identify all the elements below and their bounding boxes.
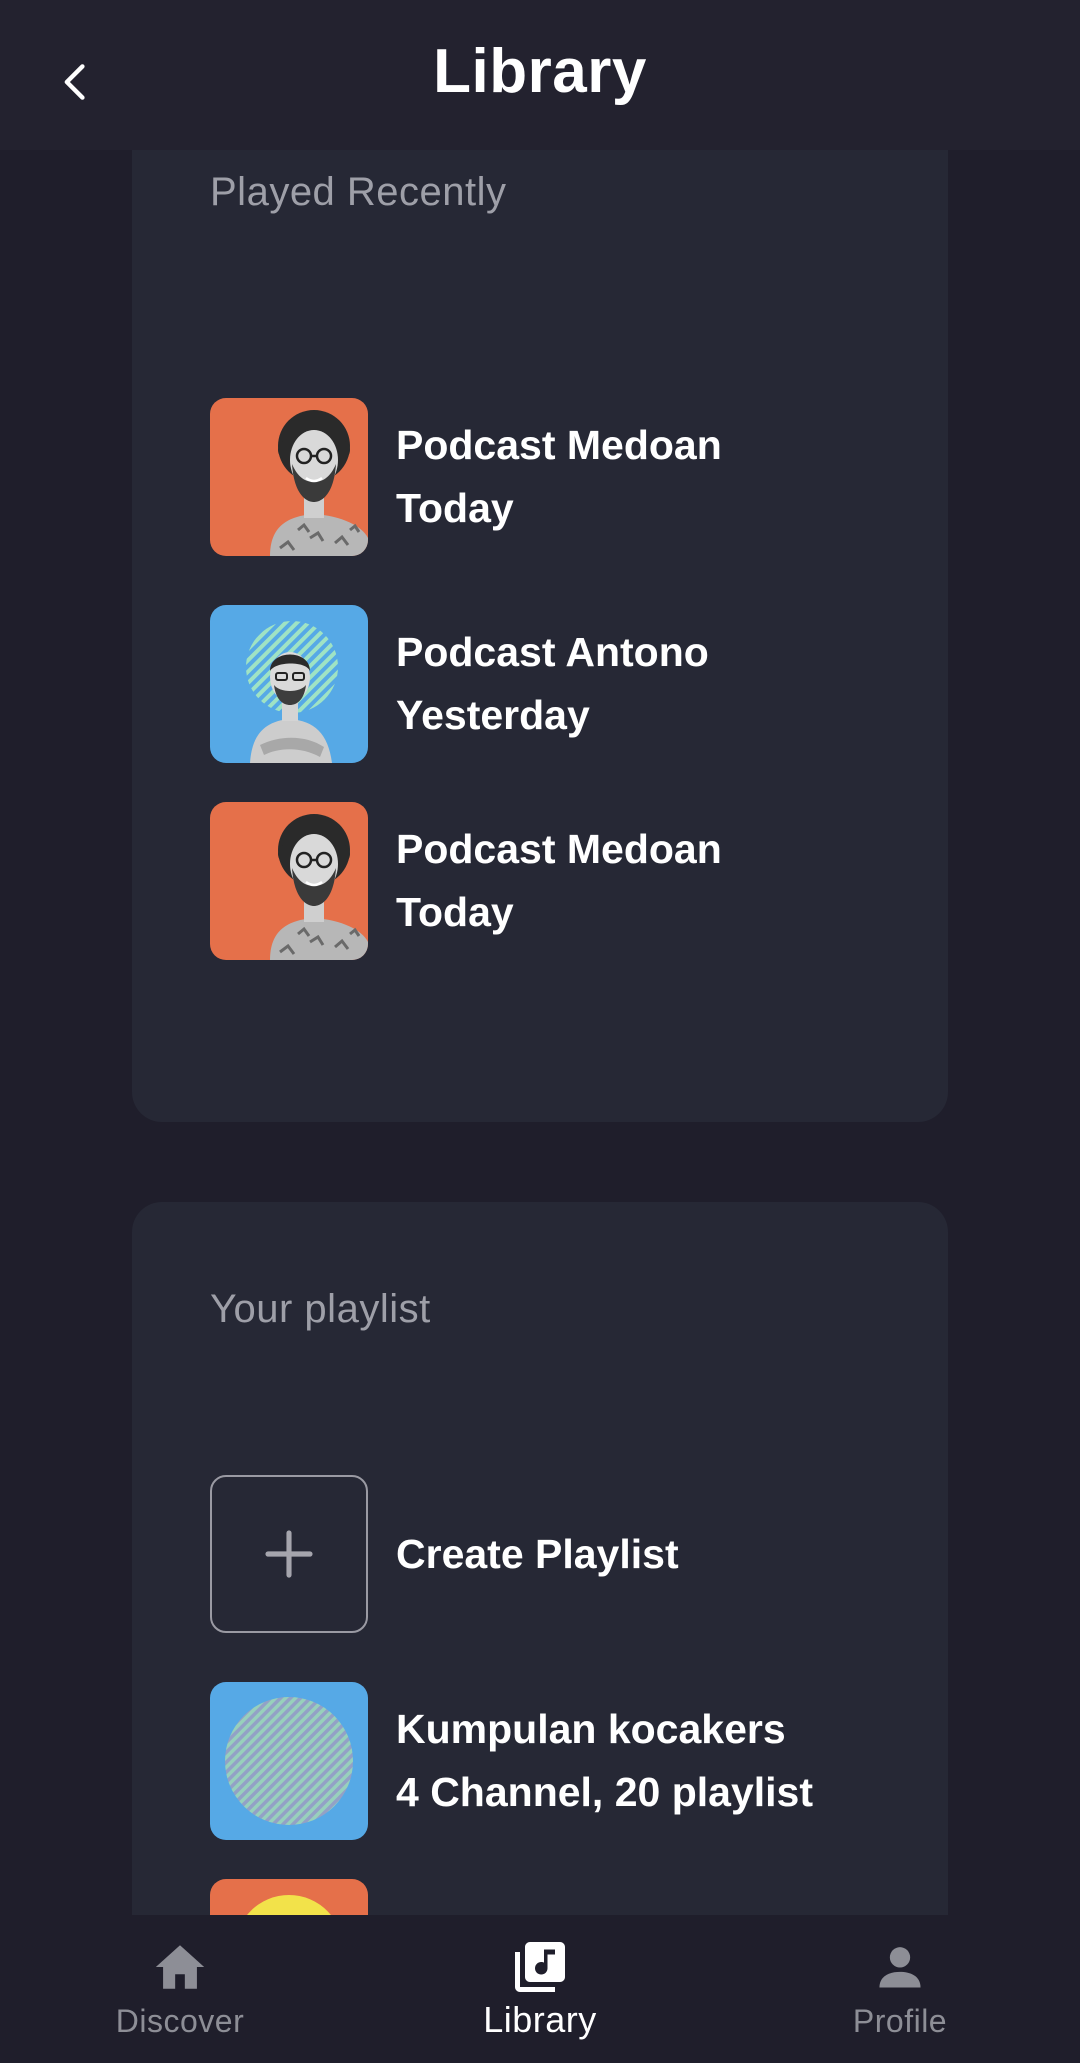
your-playlist-card: Your playlist Create Playlist Kumpulan k… xyxy=(132,1202,948,1915)
nav-item-library[interactable]: Library xyxy=(430,1915,650,2063)
plus-icon xyxy=(265,1530,313,1578)
podcast-thumbnail xyxy=(210,802,368,960)
playlist-thumbnail xyxy=(210,1682,368,1840)
bottom-navigation: Discover Library Profile xyxy=(0,1915,1080,2063)
playlist-cover-image xyxy=(247,1895,331,1915)
section-title-your-playlist: Your playlist xyxy=(210,1287,431,1331)
nav-label-discover: Discover xyxy=(115,2003,245,2039)
recent-item[interactable]: Podcast Antono Yesterday xyxy=(210,605,709,763)
nav-label-library: Library xyxy=(483,1999,597,2040)
podcast-name: Podcast Antono xyxy=(396,629,709,675)
played-time: Yesterday xyxy=(396,692,590,738)
podcast-name: Podcast Medoan xyxy=(396,422,722,468)
home-icon xyxy=(155,1945,205,1989)
recent-item[interactable]: Podcast Medoan Today xyxy=(210,398,722,556)
library-screen: Library Played Recently Podcast Medoan T… xyxy=(0,0,1080,2063)
playlist-item[interactable] xyxy=(210,1879,368,1915)
playlist-item[interactable]: Kumpulan kocakers 4 Channel, 20 playlist xyxy=(210,1682,813,1840)
nav-item-profile[interactable]: Profile xyxy=(790,1915,1010,2063)
podcast-host-image xyxy=(270,410,368,556)
app-header: Library xyxy=(0,0,1080,150)
content-scroll[interactable]: Played Recently Podcast Medoan Today Pod… xyxy=(0,150,1080,1915)
section-title-played-recently: Played Recently xyxy=(210,170,507,214)
playlist-meta: 4 Channel, 20 playlist xyxy=(396,1769,813,1815)
podcast-thumbnail xyxy=(210,605,368,763)
podcast-host-image xyxy=(246,621,338,763)
add-playlist-tile xyxy=(210,1475,368,1633)
recent-item[interactable]: Podcast Medoan Today xyxy=(210,802,722,960)
library-music-icon xyxy=(515,1942,565,1992)
playlist-cover-image xyxy=(225,1697,353,1825)
person-icon xyxy=(879,1947,921,1988)
page-title: Library xyxy=(433,37,647,106)
played-time: Today xyxy=(396,889,514,935)
podcast-name: Podcast Medoan xyxy=(396,826,722,872)
podcast-host-image xyxy=(270,814,368,960)
playlist-name: Kumpulan kocakers xyxy=(396,1706,786,1752)
playlist-thumbnail xyxy=(210,1879,368,1915)
podcast-thumbnail xyxy=(210,398,368,556)
nav-label-profile: Profile xyxy=(852,2003,948,2039)
played-recently-card: Played Recently Podcast Medoan Today Pod… xyxy=(132,150,948,1122)
played-time: Today xyxy=(396,485,514,531)
create-playlist-label: Create Playlist xyxy=(396,1530,679,1577)
nav-item-discover[interactable]: Discover xyxy=(70,1915,290,2063)
create-playlist-button[interactable]: Create Playlist xyxy=(210,1475,679,1633)
